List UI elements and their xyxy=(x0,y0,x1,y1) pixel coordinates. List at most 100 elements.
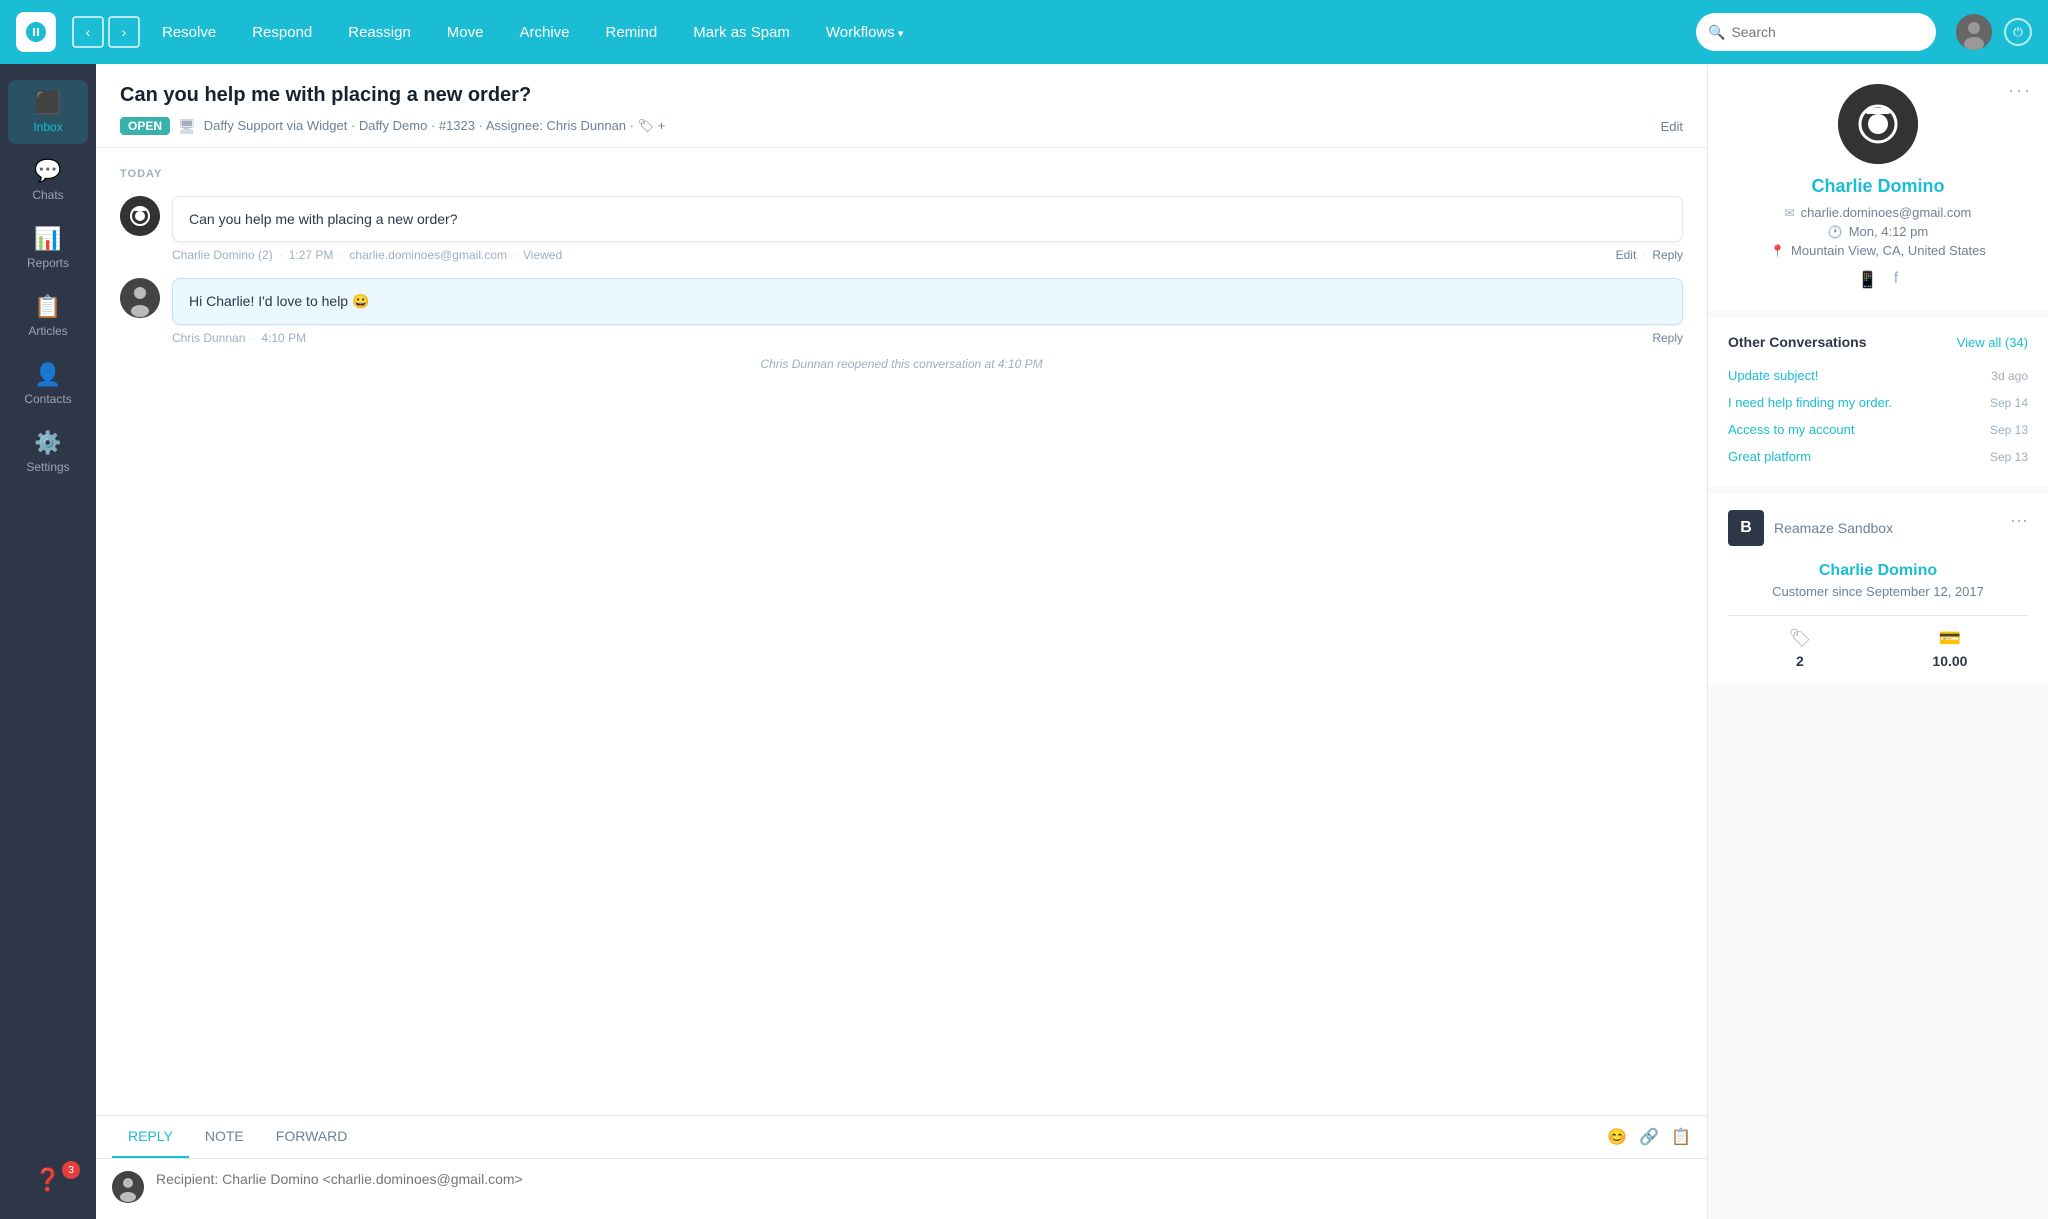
help-badge: 3 xyxy=(62,1161,80,1179)
mobile-icon[interactable]: 📱 xyxy=(1858,270,1878,290)
power-button[interactable]: ⏻ xyxy=(2004,18,2032,46)
date-label: TODAY xyxy=(120,168,1683,180)
other-conv-title-4[interactable]: Great platform xyxy=(1728,449,1811,464)
app-logo xyxy=(16,12,56,52)
conversation-header: Can you help me with placing a new order… xyxy=(96,64,1707,148)
customer-time: 1:27 PM xyxy=(289,248,334,262)
contacts-icon: 👤 xyxy=(34,362,61,388)
widget-icon: 🖥 xyxy=(178,118,196,135)
reamaze-header: B Reamaze Sandbox ··· xyxy=(1728,510,2028,546)
sidebar: ⬛ Inbox 💬 Chats 📊 Reports 📋 Articles 👤 C… xyxy=(0,64,96,1219)
contact-options-button[interactable]: ··· xyxy=(2008,80,2032,101)
right-panel: ··· Charlie Domino ✉ charlie.dominoes@gm… xyxy=(1708,64,2048,1219)
move-button[interactable]: Move xyxy=(433,16,498,49)
sidebar-item-help[interactable]: ❓ 3 xyxy=(8,1157,88,1203)
reply-input[interactable] xyxy=(156,1171,1691,1207)
respond-button[interactable]: Respond xyxy=(238,16,326,49)
sidebar-label-chats: Chats xyxy=(32,188,63,202)
other-conv-time-4: Sep 13 xyxy=(1990,450,2028,464)
remind-button[interactable]: Remind xyxy=(592,16,672,49)
reamaze-stats: 🏷 2 💳 10.00 xyxy=(1728,615,2028,669)
revenue-value: 10.00 xyxy=(1932,653,1967,669)
sidebar-label-inbox: Inbox xyxy=(33,120,62,134)
resolve-button[interactable]: Resolve xyxy=(148,16,230,49)
search-input[interactable] xyxy=(1731,24,1924,40)
other-conv-title-2[interactable]: I need help finding my order. xyxy=(1728,395,1892,410)
customer-msg-footer: Charlie Domino (2) · 1:27 PM · charlie.d… xyxy=(172,248,1683,262)
customer-message-text: Can you help me with placing a new order… xyxy=(189,211,458,227)
edit-message-link[interactable]: Edit xyxy=(1616,248,1637,262)
reamaze-stat-revenue: 💳 10.00 xyxy=(1932,628,1967,669)
contact-email: ✉ charlie.dominoes@gmail.com xyxy=(1728,205,2028,220)
other-conv-time-3: Sep 13 xyxy=(1990,423,2028,437)
clock-icon: 🕐 xyxy=(1828,225,1843,239)
contact-avatar xyxy=(1838,84,1918,164)
reamaze-section: B Reamaze Sandbox ··· Charlie Domino Cus… xyxy=(1708,494,2048,685)
search-icon: 🔍 xyxy=(1708,24,1725,41)
other-conv-1: Update subject! 3d ago xyxy=(1728,362,2028,389)
other-conv-title-1[interactable]: Update subject! xyxy=(1728,368,1818,383)
orders-icon: 🏷 xyxy=(1789,628,1812,649)
orders-value: 2 xyxy=(1789,653,1812,669)
revenue-icon: 💳 xyxy=(1932,628,1967,649)
other-conv-title-3[interactable]: Access to my account xyxy=(1728,422,1854,437)
tab-reply[interactable]: REPLY xyxy=(112,1116,189,1158)
edit-link[interactable]: Edit xyxy=(1661,119,1683,134)
agent-msg-footer: Chris Dunnan · 4:10 PM Reply xyxy=(172,331,1683,345)
archive-button[interactable]: Archive xyxy=(505,16,583,49)
view-all-link[interactable]: View all (34) xyxy=(1957,335,2028,350)
forward-button[interactable]: › xyxy=(108,16,140,48)
sidebar-label-reports: Reports xyxy=(27,256,69,270)
reamaze-options-button[interactable]: ··· xyxy=(2010,510,2028,531)
reply-message-link[interactable]: Reply xyxy=(1652,248,1683,262)
reamaze-contact-name[interactable]: Charlie Domino xyxy=(1728,562,2028,580)
system-message: Chris Dunnan reopened this conversation … xyxy=(120,357,1683,371)
sidebar-label-contacts: Contacts xyxy=(24,392,71,406)
inbox-icon: ⬛ xyxy=(34,90,61,116)
agent-sender: Chris Dunnan xyxy=(172,331,245,345)
other-conv-3: Access to my account Sep 13 xyxy=(1728,416,2028,443)
contact-location: 📍 Mountain View, CA, United States xyxy=(1728,243,2028,258)
status-badge: OPEN xyxy=(120,117,170,135)
sidebar-item-inbox[interactable]: ⬛ Inbox xyxy=(8,80,88,144)
help-icon: ❓ xyxy=(34,1167,61,1193)
message-row-agent: Hi Charlie! I'd love to help 😀 Chris Dun… xyxy=(120,278,1683,345)
other-convs-header: Other Conversations View all (34) xyxy=(1728,334,2028,350)
agent-reply-link[interactable]: Reply xyxy=(1652,331,1683,345)
chats-icon: 💬 xyxy=(34,158,61,184)
link-icon[interactable]: 🔗 xyxy=(1639,1127,1659,1147)
articles-icon: 📋 xyxy=(34,294,61,320)
tab-forward[interactable]: FORWARD xyxy=(260,1116,364,1158)
sidebar-item-settings[interactable]: ⚙️ Settings xyxy=(8,420,88,484)
reamaze-brand-name: Reamaze Sandbox xyxy=(1774,520,1893,536)
customer-avatar xyxy=(120,196,160,236)
mark-as-spam-button[interactable]: Mark as Spam xyxy=(679,16,804,49)
reamaze-since: Customer since September 12, 2017 xyxy=(1728,584,2028,599)
reply-icons: 😊 🔗 📋 xyxy=(1607,1127,1691,1147)
messages-area: TODAY Can you help me with placing a new… xyxy=(96,148,1707,1115)
user-avatar[interactable] xyxy=(1956,14,1992,50)
other-conversations: Other Conversations View all (34) Update… xyxy=(1708,318,2048,486)
workflows-button[interactable]: Workflows xyxy=(812,16,917,49)
reply-avatar xyxy=(112,1171,144,1203)
reply-input-area xyxy=(96,1159,1707,1219)
settings-icon: ⚙️ xyxy=(34,430,61,456)
sidebar-item-reports[interactable]: 📊 Reports xyxy=(8,216,88,280)
conversation-panel: Can you help me with placing a new order… xyxy=(96,64,1708,1219)
contact-name[interactable]: Charlie Domino xyxy=(1728,176,2028,197)
agent-message: Hi Charlie! I'd love to help 😀 Chris Dun… xyxy=(172,278,1683,345)
sidebar-item-chats[interactable]: 💬 Chats xyxy=(8,148,88,212)
reassign-button[interactable]: Reassign xyxy=(334,16,425,49)
reply-box: REPLY NOTE FORWARD 😊 🔗 📋 xyxy=(96,1115,1707,1219)
back-button[interactable]: ‹ xyxy=(72,16,104,48)
facebook-icon[interactable]: f xyxy=(1894,270,1898,290)
sidebar-item-contacts[interactable]: 👤 Contacts xyxy=(8,352,88,416)
tab-note[interactable]: NOTE xyxy=(189,1116,260,1158)
main-layout: ⬛ Inbox 💬 Chats 📊 Reports 📋 Articles 👤 C… xyxy=(0,64,2048,1219)
reports-icon: 📊 xyxy=(34,226,61,252)
attachment-icon[interactable]: 📋 xyxy=(1671,1127,1691,1147)
emoji-icon[interactable]: 😊 xyxy=(1607,1127,1627,1147)
sidebar-item-articles[interactable]: 📋 Articles xyxy=(8,284,88,348)
topnav: ‹ › Resolve Respond Reassign Move Archiv… xyxy=(0,0,2048,64)
conv-meta-text: Daffy Support via Widget · Daffy Demo · … xyxy=(204,118,666,134)
